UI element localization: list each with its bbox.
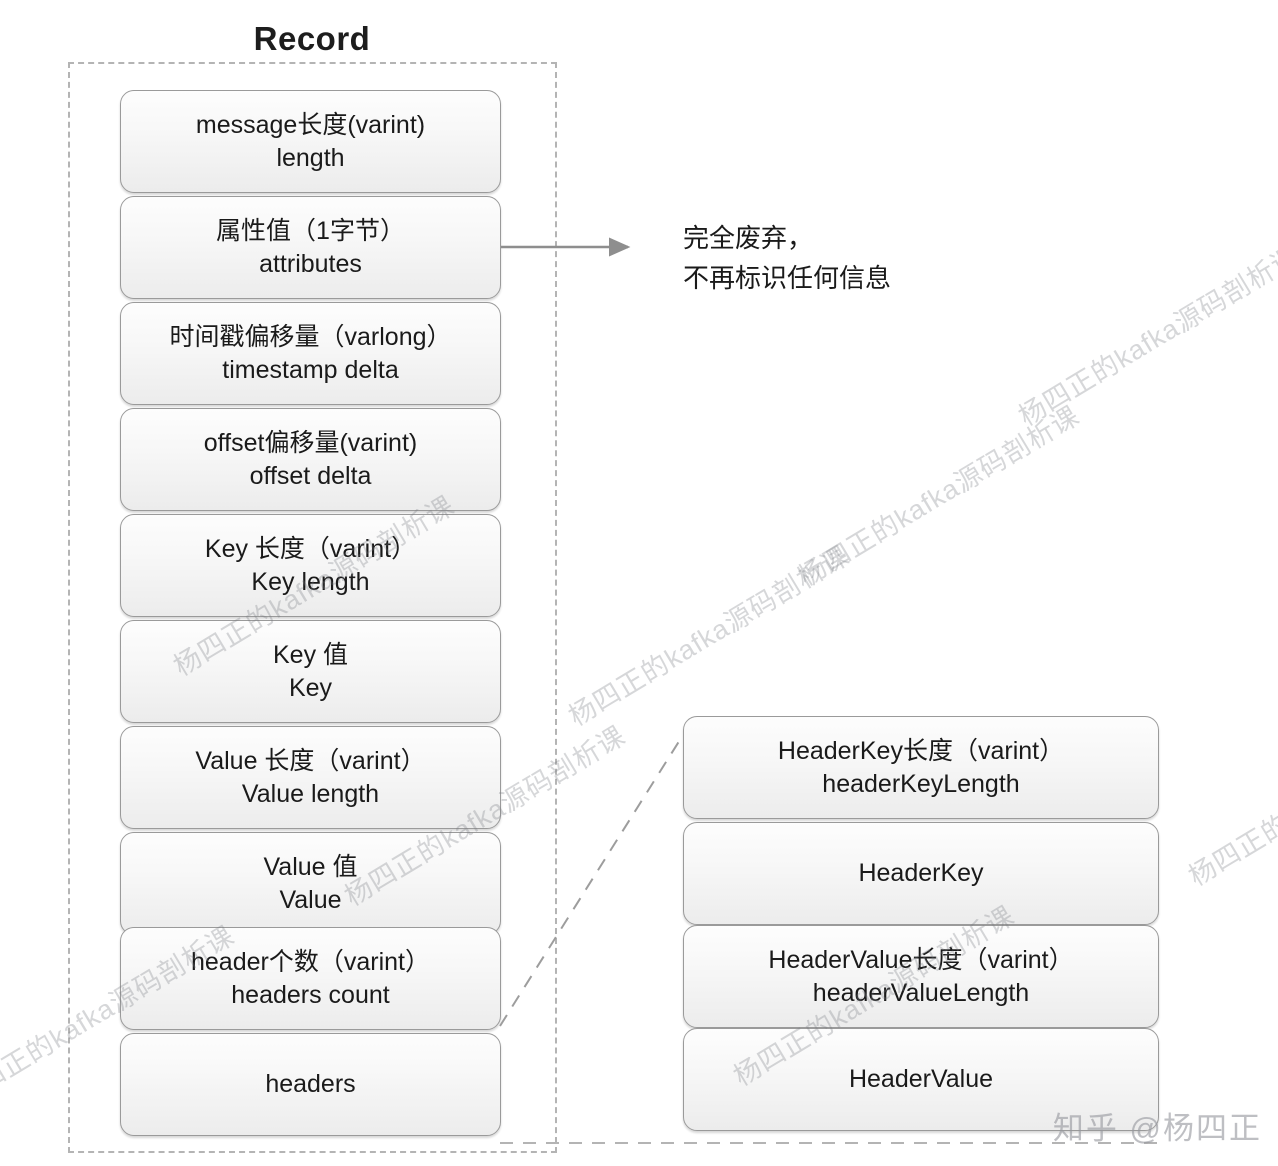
field-line-1: HeaderKey长度（varint） [777,737,1065,765]
field-line-2: Value [279,885,342,914]
field-line-1: HeaderValue [848,1065,994,1094]
record-field-offset-delta[interactable]: offset偏移量(varint) offset delta [120,408,501,511]
watermark-text: 杨四正的kafka源码剖析课 [793,400,1085,592]
field-line-1: Key 值 [272,641,349,669]
field-line-1: 时间戳偏移量（varlong） [169,323,452,351]
field-line-1: Value 长度（varint） [195,747,426,775]
field-line-1: HeaderValue长度（varint） [768,946,1074,974]
field-line-1: headers [265,1070,356,1099]
header-field-headerkey-length[interactable]: HeaderKey长度（varint） headerKeyLength [683,716,1159,819]
field-line-2: offset delta [249,461,372,490]
record-field-headers[interactable]: headers [120,1033,501,1136]
field-line-1: HeaderKey [858,859,984,888]
field-line-1: offset偏移量(varint) [203,429,418,457]
field-line-1: header个数（varint） [191,948,430,976]
field-line-1: message长度(varint) [195,111,426,139]
field-line-2: Value length [241,779,380,808]
field-line-2: headerValueLength [812,978,1030,1007]
field-line-2: length [276,143,345,172]
watermark-text: 杨四正的kafka源码剖析课 [563,540,855,732]
field-line-2: headerKeyLength [822,769,1020,798]
record-field-key-length[interactable]: Key 长度（varint） Key length [120,514,501,617]
discard-note-line-1: 完全废弃， [683,223,814,253]
field-line-1: 属性值（1字节） [216,217,405,245]
record-field-headers-count[interactable]: header个数（varint） headers count [120,927,501,1030]
field-line-2: timestamp delta [222,355,399,384]
watermark-text: 杨四正的kafka源码剖析课 [1183,700,1278,892]
field-line-1: Key 长度（varint） [204,535,417,563]
discard-note-line-2: 不再标识任何信息 [683,263,892,294]
field-line-2: Key [288,673,333,702]
field-line-2: attributes [259,249,362,278]
field-line-2: headers count [231,980,390,1009]
record-field-timestamp-delta[interactable]: 时间戳偏移量（varlong） timestamp delta [120,302,501,405]
record-field-value-length[interactable]: Value 长度（varint） Value length [120,726,501,829]
field-line-2: Key length [251,567,370,596]
record-field-key[interactable]: Key 值 Key [120,620,501,723]
record-field-message-length[interactable]: message长度(varint) length [120,90,501,193]
field-line-1: Value 值 [263,853,358,881]
header-field-headerkey[interactable]: HeaderKey [683,822,1159,925]
record-field-attributes[interactable]: 属性值（1字节） attributes [120,196,501,299]
attribution-watermark: 知乎 @杨四正 [1052,1111,1262,1146]
attributes-discard-note: 完全废弃， 不再标识任何信息 [683,218,891,299]
record-title: Record [253,20,371,57]
header-field-headervalue-length[interactable]: HeaderValue长度（varint） headerValueLength [683,925,1159,1028]
record-field-value[interactable]: Value 值 Value [120,832,501,935]
watermark-text: 杨四正的kafka源码剖析课 [1013,240,1278,432]
